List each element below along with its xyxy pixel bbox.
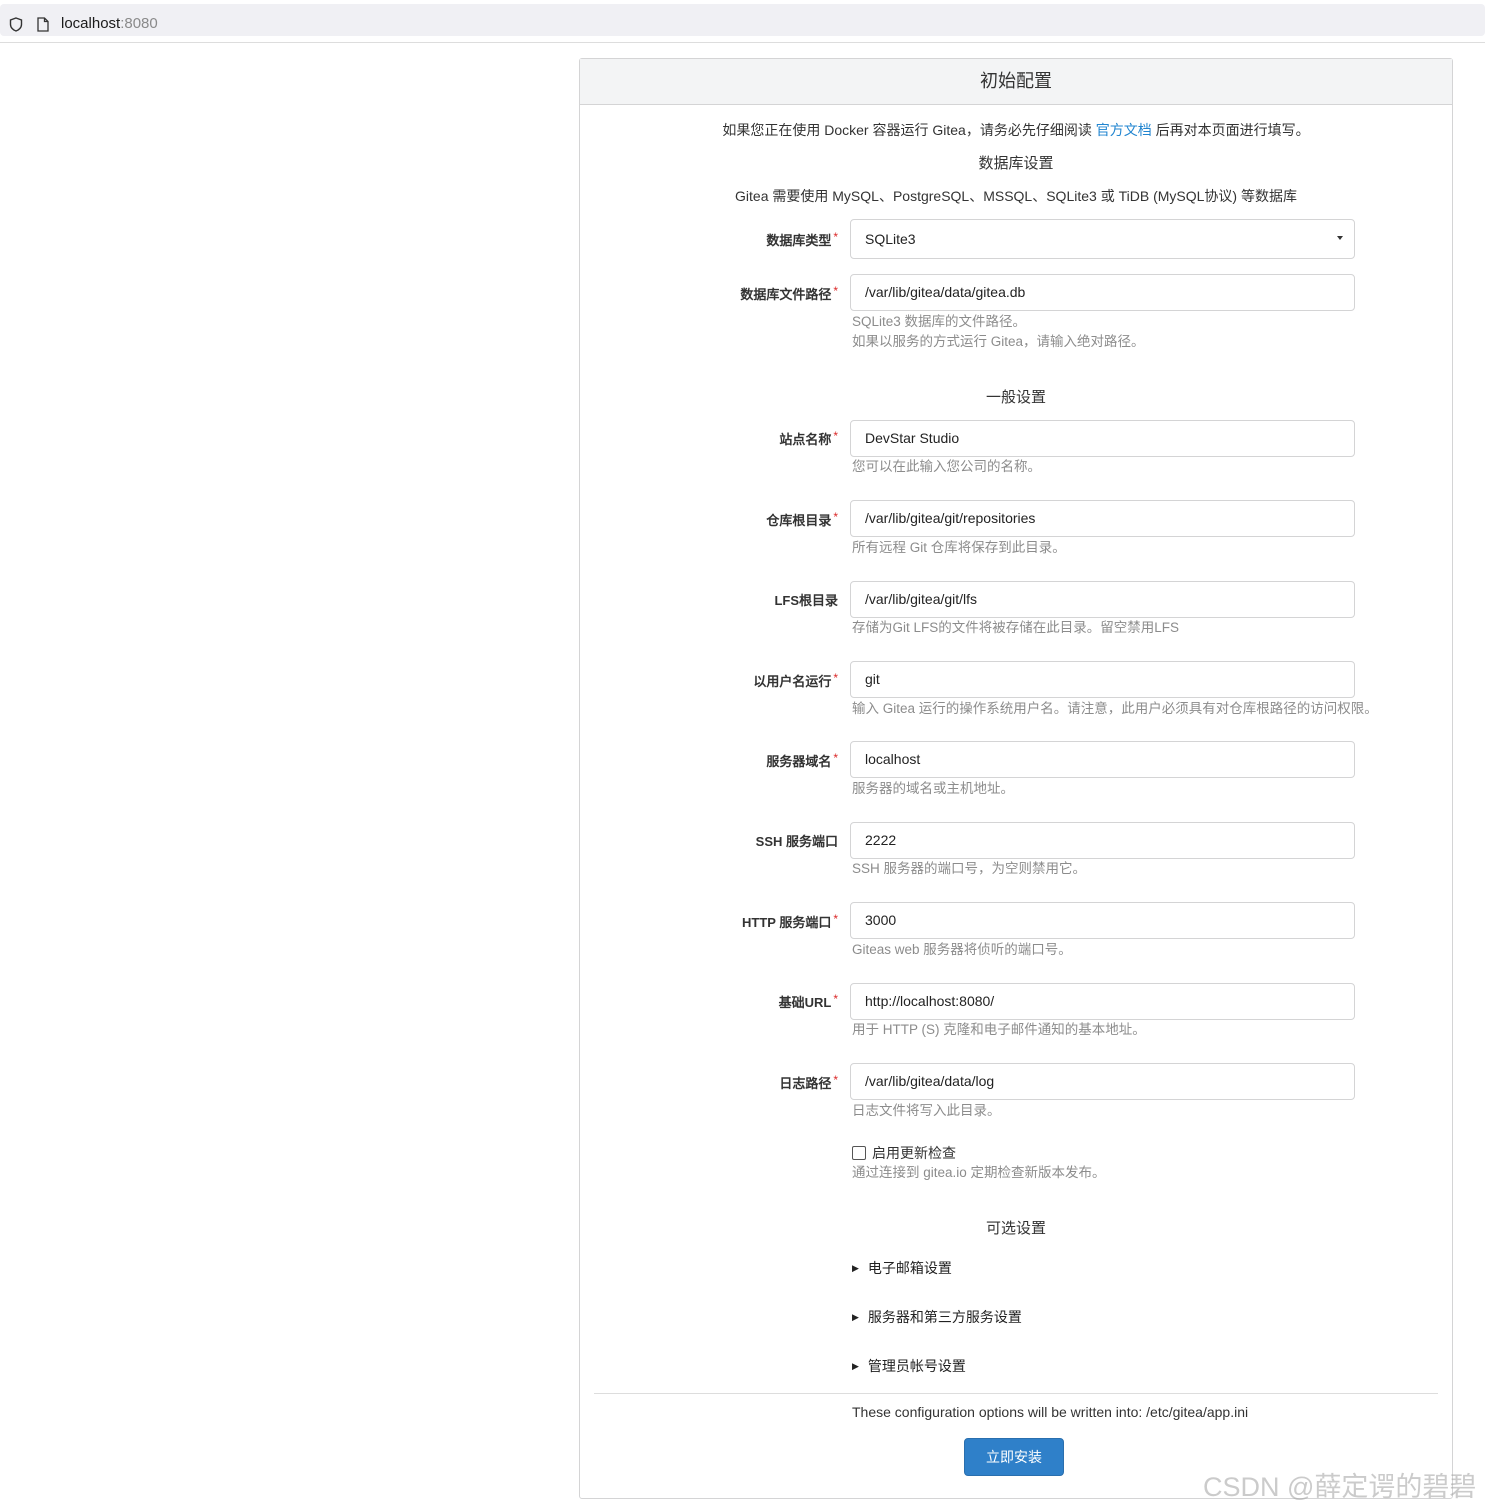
update-check-help: 通过连接到 gitea.io 定期检查新版本发布。 (852, 1165, 1106, 1180)
url-host: localhost (61, 15, 121, 32)
notice-text-after: 后再对本页面进行填写。 (1151, 122, 1310, 138)
db-type-select[interactable]: SQLite3 (850, 219, 1355, 259)
database-description: Gitea 需要使用 MySQL、PostgreSQL、MSSQL、SQLite… (735, 188, 1297, 204)
required-marker: * (833, 230, 838, 244)
install-panel: 初始配置 如果您正在使用 Docker 容器运行 Gitea，请务必先仔细阅读 … (579, 58, 1453, 1499)
http-port-help: Giteas web 服务器将侦听的端口号。 (852, 942, 1072, 957)
repo-root-label: 仓库根目录 * (766, 510, 838, 528)
domain-label: 服务器域名 * (766, 751, 838, 769)
server-settings-toggle[interactable]: ▶ 服务器和第三方服务设置 (852, 1307, 1022, 1327)
log-path-label: 日志路径 * (779, 1073, 838, 1091)
http-port-label: HTTP 服务端口 * (742, 912, 838, 930)
http-port-input[interactable]: 3000 (850, 902, 1355, 939)
csdn-watermark: CSDN @薛定谔的碧碧 (1203, 1472, 1477, 1502)
update-check-label[interactable]: 启用更新检查 (872, 1143, 956, 1163)
log-path-input[interactable]: /var/lib/gitea/data/log (850, 1063, 1355, 1100)
update-check-checkbox[interactable] (852, 1146, 866, 1160)
base-url-help: 用于 HTTP (S) 克隆和电子邮件通知的基本地址。 (852, 1022, 1146, 1037)
address-bar[interactable]: localhost:8080 (0, 4, 1485, 36)
run-user-input[interactable]: git (850, 661, 1355, 698)
lfs-root-label: LFS根目录 (774, 593, 838, 608)
general-section-title: 一般设置 (985, 389, 1046, 406)
db-path-label: 数据库文件路径 * (740, 284, 838, 302)
lfs-root-help: 存储为Git LFS的文件将被存储在此目录。留空禁用LFS (852, 620, 1180, 635)
url-text[interactable]: localhost:8080 (61, 15, 158, 32)
triangle-right-icon: ▶ (852, 1263, 859, 1273)
ssh-port-input[interactable]: 2222 (850, 822, 1355, 859)
base-url-input[interactable]: http://localhost:8080/ (850, 983, 1355, 1020)
log-path-help: 日志文件将写入此目录。 (852, 1103, 1001, 1118)
docs-link[interactable]: 官方文档 (1096, 122, 1152, 138)
docker-notice: 如果您正在使用 Docker 容器运行 Gitea，请务必先仔细阅读 官方文档 … (580, 120, 1452, 140)
notice-text-before: 如果您正在使用 Docker 容器运行 Gitea，请务必先仔细阅读 (722, 122, 1096, 138)
repo-root-help: 所有远程 Git 仓库将保存到此目录。 (852, 540, 1066, 555)
db-path-help-2: 如果以服务的方式运行 Gitea，请输入绝对路径。 (852, 334, 1145, 349)
optional-section-title: 可选设置 (985, 1220, 1046, 1237)
run-user-label: 以用户名运行 * (753, 671, 838, 689)
db-path-input[interactable]: /var/lib/gitea/data/gitea.db (850, 274, 1355, 311)
site-name-input[interactable]: DevStar Studio (850, 420, 1355, 457)
url-port: :8080 (120, 15, 158, 32)
database-section-title: 数据库设置 (978, 155, 1054, 172)
divider (594, 1393, 1438, 1394)
domain-help: 服务器的域名或主机地址。 (852, 781, 1014, 796)
domain-input[interactable]: localhost (850, 741, 1355, 778)
triangle-right-icon: ▶ (852, 1361, 859, 1371)
dropdown-caret-icon (1337, 236, 1343, 240)
triangle-right-icon: ▶ (852, 1312, 859, 1322)
page-title: 初始配置 (580, 59, 1452, 105)
base-url-label: 基础URL * (778, 992, 838, 1010)
db-type-label: 数据库类型 * (766, 230, 838, 248)
db-type-value: SQLite3 (865, 231, 916, 247)
email-settings-toggle[interactable]: ▶ 电子邮箱设置 (852, 1258, 952, 1278)
site-name-help: 您可以在此输入您公司的名称。 (852, 459, 1041, 474)
run-user-help: 输入 Gitea 运行的操作系统用户名。请注意，此用户必须具有对仓库根路径的访问… (852, 701, 1378, 716)
shield-icon (9, 17, 23, 32)
admin-settings-toggle[interactable]: ▶ 管理员帐号设置 (852, 1356, 966, 1376)
db-path-help-1: SQLite3 数据库的文件路径。 (852, 314, 1027, 329)
page-icon (37, 17, 49, 32)
repo-root-input[interactable]: /var/lib/gitea/git/repositories (850, 500, 1355, 537)
site-name-label: 站点名称 * (779, 429, 838, 447)
ssh-port-label: SSH 服务端口 (755, 834, 838, 849)
ssh-port-help: SSH 服务器的端口号，为空则禁用它。 (852, 861, 1087, 876)
config-path-note: These configuration options will be writ… (852, 1404, 1249, 1420)
browser-toolbar: localhost:8080 (0, 0, 1485, 43)
install-button[interactable]: 立即安装 (964, 1438, 1064, 1476)
lfs-root-input[interactable]: /var/lib/gitea/git/lfs (850, 581, 1355, 618)
